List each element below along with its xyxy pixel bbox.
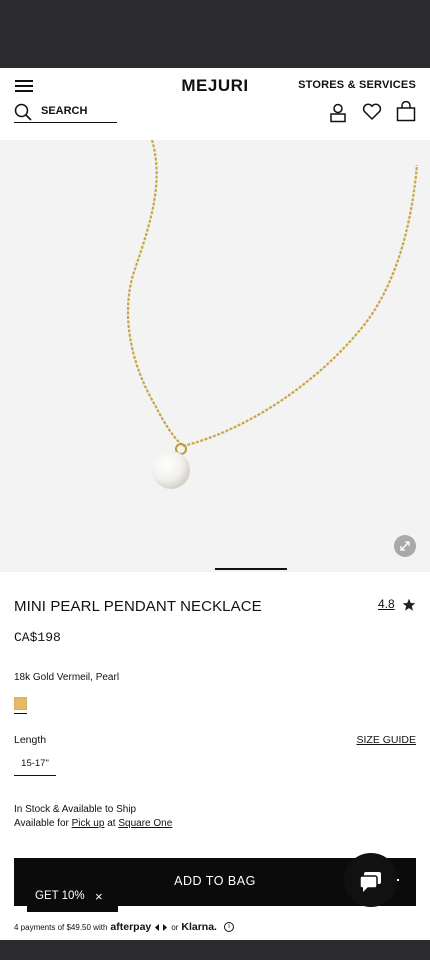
product-material: 18k Gold Vermeil, Pearl: [14, 672, 120, 683]
pickup-prefix: Available for: [14, 818, 69, 829]
chat-indicator-dot: [397, 879, 399, 881]
length-label: Length: [14, 734, 47, 746]
product-title: MINI PEARL PENDANT NECKLACE: [14, 598, 262, 615]
status-bar: [0, 0, 430, 68]
gallery-slide-indicator: [215, 568, 287, 570]
stock-info: In Stock & Available to Ship Available f…: [14, 803, 172, 831]
wishlist-heart-icon[interactable]: [362, 103, 382, 121]
size-guide-link[interactable]: SIZE GUIDE: [356, 734, 416, 746]
promo-label[interactable]: GET 10%: [35, 890, 85, 902]
swatch-selected-indicator: [14, 713, 27, 714]
afterpay-arrows-icon: [155, 923, 168, 931]
pickup-line: Available for Pick up at Square One: [14, 817, 172, 831]
klarna-logo[interactable]: Klarna.: [181, 921, 217, 933]
search-icon: [14, 103, 32, 121]
zoom-button[interactable]: [394, 535, 416, 557]
search-field[interactable]: SEARCH: [14, 101, 117, 123]
pickup-at: at: [107, 818, 116, 829]
promo-banner[interactable]: GET 10% ×: [27, 884, 118, 912]
close-icon[interactable]: ×: [95, 889, 103, 904]
afterpay-logo[interactable]: afterpay: [110, 921, 151, 933]
gold-color-swatch[interactable]: [14, 697, 27, 710]
store-location-link[interactable]: Square One: [118, 818, 172, 829]
length-option-15-17[interactable]: 15-17": [14, 752, 56, 776]
product-rating[interactable]: 4.8: [378, 597, 395, 611]
chat-button[interactable]: [344, 853, 399, 907]
payment-or: or: [171, 922, 179, 932]
star-icon: [402, 598, 416, 611]
chat-icon: [359, 872, 381, 892]
product-price: CA$198: [14, 630, 61, 645]
info-icon[interactable]: i: [223, 922, 234, 932]
pearl-necklace-image: [126, 139, 419, 489]
shopping-bag-icon[interactable]: [396, 101, 416, 122]
account-icon[interactable]: [329, 103, 347, 123]
pick-up-link[interactable]: Pick up: [72, 818, 105, 829]
payment-options: 4 payments of $49.50 with afterpay or Kl…: [14, 921, 234, 933]
search-label: SEARCH: [41, 105, 88, 117]
product-image-gallery[interactable]: [0, 139, 430, 572]
expand-icon: [400, 541, 410, 551]
payment-prefix: 4 payments of $49.50 with: [14, 922, 108, 932]
stock-status: In Stock & Available to Ship: [14, 804, 137, 815]
bottom-browser-bar: [0, 940, 430, 960]
stores-services-link[interactable]: STORES & SERVICES: [298, 79, 416, 91]
